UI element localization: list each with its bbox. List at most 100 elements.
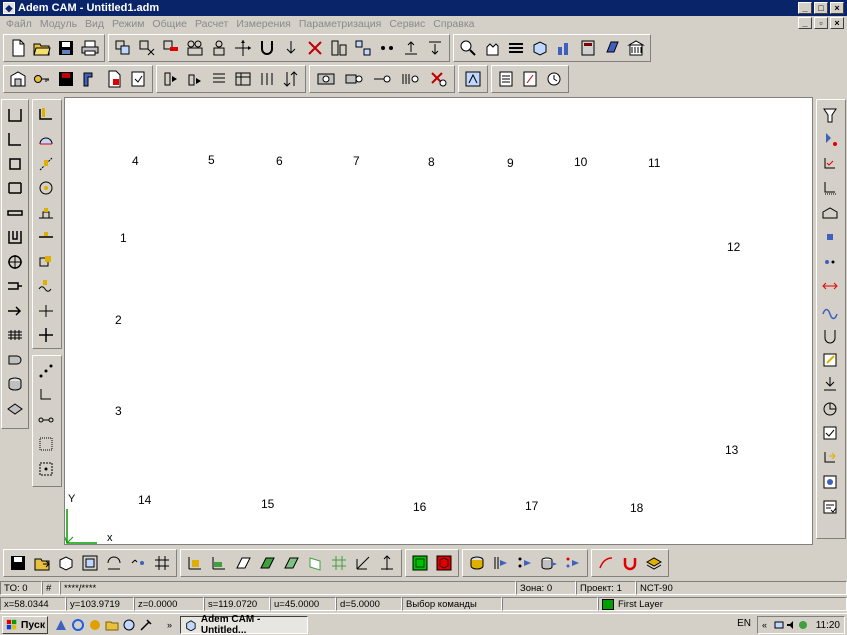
circle-target-icon[interactable] bbox=[3, 250, 27, 274]
delete-element-icon[interactable] bbox=[136, 37, 158, 59]
slot-icon[interactable] bbox=[3, 177, 27, 201]
start-button[interactable]: Пуск bbox=[2, 615, 48, 634]
sim-path-icon[interactable] bbox=[369, 68, 395, 90]
step-first-icon[interactable] bbox=[160, 68, 182, 90]
tool-point-icon[interactable] bbox=[818, 128, 842, 152]
line-op-icon[interactable] bbox=[34, 226, 58, 250]
hole-op-icon[interactable] bbox=[34, 177, 58, 201]
menu-measurements[interactable]: Измерения bbox=[232, 18, 294, 30]
snap-chain-icon[interactable] bbox=[34, 408, 58, 432]
tool-list-check-icon[interactable] bbox=[818, 495, 842, 519]
tool-refresh-icon[interactable] bbox=[818, 397, 842, 421]
menu-calculation[interactable]: Расчет bbox=[191, 18, 232, 30]
tool-arrows-icon[interactable] bbox=[818, 275, 842, 299]
building-icon[interactable] bbox=[625, 37, 647, 59]
snap-corner-icon[interactable] bbox=[34, 384, 58, 408]
stack-layers-icon[interactable] bbox=[643, 552, 665, 574]
tools-icon[interactable] bbox=[79, 68, 101, 90]
trace-icon[interactable] bbox=[595, 552, 617, 574]
magnet-icon[interactable] bbox=[619, 552, 641, 574]
layer-indicator[interactable]: First Layer bbox=[598, 597, 847, 611]
snap-points-icon[interactable] bbox=[34, 359, 58, 383]
ie-icon[interactable] bbox=[71, 618, 85, 632]
folder-icon[interactable] bbox=[105, 618, 119, 632]
menu-help[interactable]: Справка bbox=[429, 18, 478, 30]
align-icon[interactable] bbox=[328, 37, 350, 59]
plane-xy-icon[interactable] bbox=[184, 552, 206, 574]
nc-program-icon[interactable] bbox=[519, 68, 541, 90]
plane-yz-icon[interactable] bbox=[232, 552, 254, 574]
view-3d-icon[interactable] bbox=[55, 552, 77, 574]
tool-square-icon[interactable] bbox=[818, 226, 842, 250]
rectangle-open-icon[interactable] bbox=[3, 103, 27, 127]
distribute-icon[interactable] bbox=[352, 37, 374, 59]
plane-dim-icon[interactable] bbox=[280, 552, 302, 574]
calculator-icon[interactable] bbox=[577, 37, 599, 59]
punch-arrow-icon[interactable] bbox=[3, 299, 27, 323]
transform-up-icon[interactable] bbox=[400, 37, 422, 59]
corner-icon[interactable] bbox=[3, 128, 27, 152]
pattern-icon[interactable] bbox=[3, 324, 27, 348]
arrow-down-icon[interactable] bbox=[280, 37, 302, 59]
drawing-canvas[interactable]: 1 2 3 4 5 6 7 8 9 10 11 12 13 14 15 16 1… bbox=[64, 97, 813, 545]
plane-shift-icon[interactable] bbox=[304, 552, 326, 574]
sort-icon[interactable] bbox=[280, 68, 302, 90]
chart-icon[interactable] bbox=[553, 37, 575, 59]
punch-right-icon[interactable] bbox=[3, 275, 27, 299]
rotate-view-icon[interactable] bbox=[103, 552, 125, 574]
save-nc-icon[interactable] bbox=[7, 552, 29, 574]
menu-service[interactable]: Сервис bbox=[385, 18, 429, 30]
snap-grid-icon[interactable] bbox=[34, 433, 58, 457]
cut-element-icon[interactable] bbox=[160, 37, 182, 59]
postprocessor-icon[interactable] bbox=[462, 68, 484, 90]
maximize-button[interactable]: □ bbox=[814, 2, 828, 14]
render-tools-icon[interactable] bbox=[562, 552, 584, 574]
cylinder-icon[interactable] bbox=[3, 373, 27, 397]
wave-op-icon[interactable] bbox=[34, 275, 58, 299]
tool-magnet-icon[interactable] bbox=[818, 324, 842, 348]
menu-file[interactable]: Файл bbox=[2, 18, 36, 30]
snap-box-icon[interactable] bbox=[34, 457, 58, 481]
plane-grid-icon[interactable] bbox=[328, 552, 350, 574]
menu-mode[interactable]: Режим bbox=[108, 18, 148, 30]
group-icon[interactable] bbox=[184, 37, 206, 59]
tool-house-icon[interactable] bbox=[818, 201, 842, 225]
new-file-icon[interactable] bbox=[7, 37, 29, 59]
step-options-icon[interactable] bbox=[256, 68, 278, 90]
cube-icon[interactable] bbox=[529, 37, 551, 59]
sim-full-icon[interactable] bbox=[313, 68, 339, 90]
taskbar-expand-icon[interactable]: » bbox=[167, 620, 172, 630]
menu-parametrization[interactable]: Параметризация bbox=[295, 18, 386, 30]
minimize-button[interactable]: _ bbox=[798, 2, 812, 14]
rounded-tool-icon[interactable] bbox=[3, 348, 27, 372]
tool-checklist-icon[interactable] bbox=[818, 422, 842, 446]
contour-op-icon[interactable] bbox=[34, 103, 58, 127]
tool-wave-icon[interactable] bbox=[818, 299, 842, 323]
save-cam-icon[interactable] bbox=[55, 68, 77, 90]
square-icon[interactable] bbox=[3, 152, 27, 176]
sim-stop-icon[interactable] bbox=[425, 68, 451, 90]
notch-op-icon[interactable] bbox=[34, 201, 58, 225]
open-folder-icon[interactable] bbox=[31, 37, 53, 59]
doc-restore-button[interactable]: ▫ bbox=[814, 17, 828, 29]
menu-view[interactable]: Вид bbox=[81, 18, 108, 30]
document-icon[interactable] bbox=[103, 68, 125, 90]
report-icon[interactable] bbox=[495, 68, 517, 90]
bar-icon[interactable] bbox=[3, 201, 27, 225]
key-icon[interactable] bbox=[31, 68, 53, 90]
zoom-icon[interactable] bbox=[457, 37, 479, 59]
tray-expand-icon[interactable]: « bbox=[762, 620, 767, 630]
render-dots-icon[interactable] bbox=[514, 552, 536, 574]
render-section-icon[interactable] bbox=[490, 552, 512, 574]
step-next-icon[interactable] bbox=[184, 68, 206, 90]
check-doc-icon[interactable] bbox=[127, 68, 149, 90]
tool-edit-icon[interactable] bbox=[818, 348, 842, 372]
u-shape-icon[interactable] bbox=[3, 226, 27, 250]
dimension-icon[interactable] bbox=[127, 552, 149, 574]
pan-icon[interactable] bbox=[481, 37, 503, 59]
dots-icon[interactable] bbox=[376, 37, 398, 59]
cut-line-op-icon[interactable] bbox=[34, 299, 58, 323]
fit-view-icon[interactable] bbox=[79, 552, 101, 574]
sim-tool-icon[interactable] bbox=[341, 68, 367, 90]
plane-arrow-icon[interactable] bbox=[376, 552, 398, 574]
